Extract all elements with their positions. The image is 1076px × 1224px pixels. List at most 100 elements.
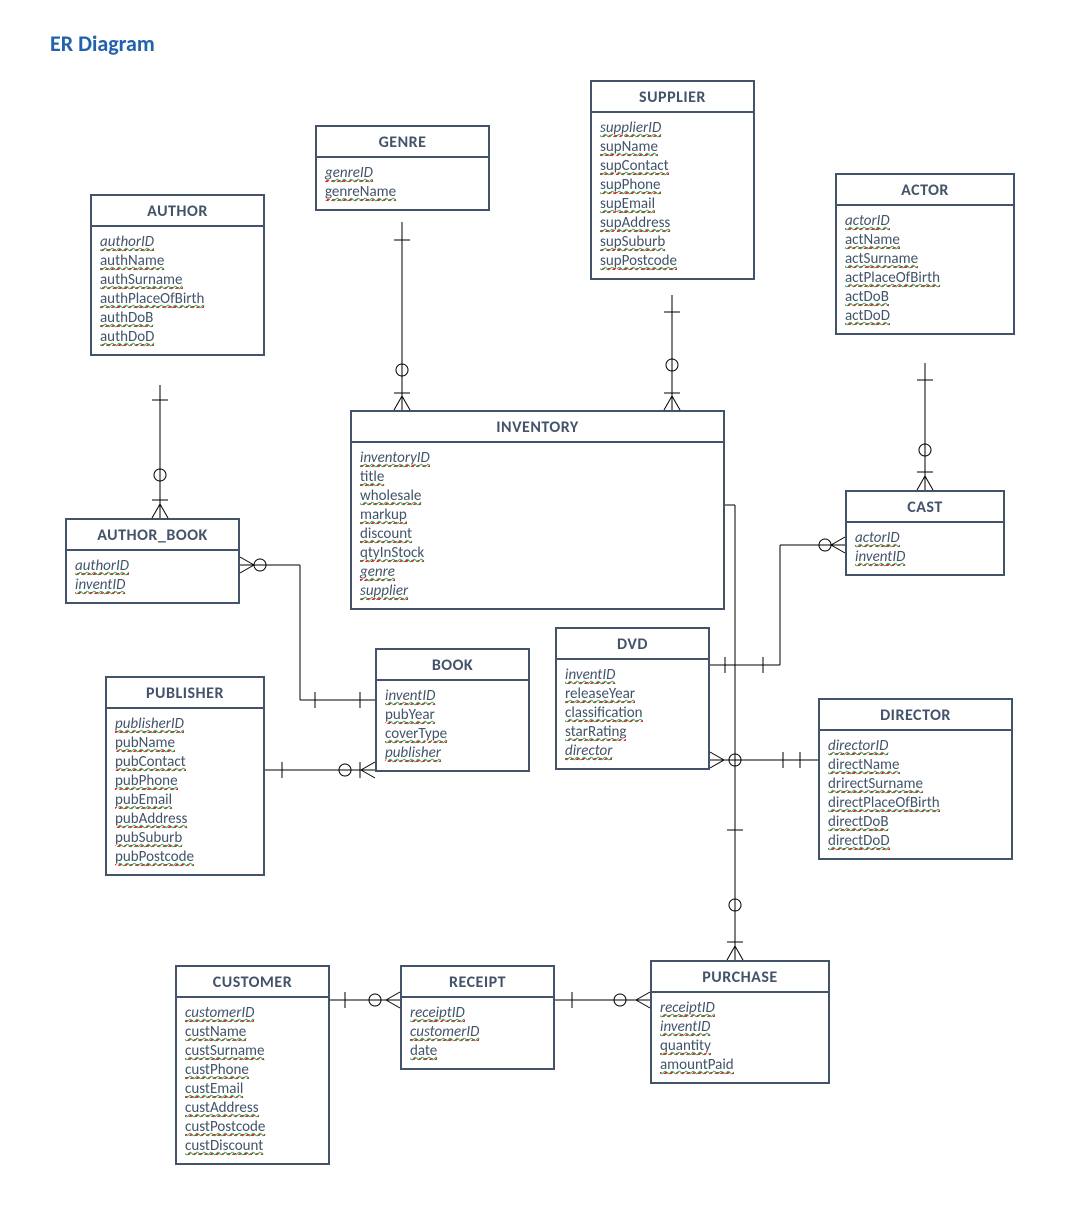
entity-director: DIRECTOR directorIDdirectNamedrirectSurna… [818,698,1013,860]
attribute: supContact [600,157,669,175]
attribute: supEmail [600,195,655,213]
attribute: directDoD [828,832,890,850]
entity-header: DVD [557,629,708,660]
attribute: actName [845,231,900,249]
entity-purchase: PURCHASE receiptIDinventIDquantityamountP… [650,960,830,1084]
attribute: directPlaceOfBirth [828,794,940,812]
entity-cast: CAST actorIDinventID [845,490,1005,576]
attribute: customerID [185,1004,254,1022]
attribute: pubContact [115,753,186,771]
attribute: pubName [115,734,175,752]
entity-inventory: INVENTORY inventoryIDtitlewholesalemarkup… [350,410,725,610]
entity-header: GENRE [317,127,488,158]
attribute: genreName [325,183,396,201]
entity-supplier: SUPPLIER supplierIDsupNamesupContactsupPh… [590,80,755,280]
entity-header: RECEIPT [402,967,553,998]
attribute: directorID [828,737,888,755]
attribute: amountPaid [660,1056,734,1074]
attribute: supName [600,138,658,156]
attribute: authSurname [100,271,183,289]
attribute: drirectSurname [828,775,923,793]
attribute: quantity [660,1037,711,1055]
attribute: authDoB [100,309,153,327]
attribute: supplier [360,582,408,600]
attribute: genre [360,563,395,581]
attribute: inventID [75,576,125,594]
attribute: supSuburb [600,233,665,251]
attribute: releaseYear [565,685,635,703]
attribute: authPlaceOfBirth [100,290,204,308]
attribute: supPostcode [600,252,677,270]
attribute: customerID [410,1023,479,1041]
entity-header: PUBLISHER [107,678,263,709]
attribute: custPostcode [185,1118,265,1136]
attribute: wholesale [360,487,421,505]
attribute: supAddress [600,214,670,232]
attribute: publisher [385,744,441,762]
entity-header: AUTHOR [92,196,263,227]
attribute: actorID [845,212,890,230]
entity-header: SUPPLIER [592,82,753,113]
attribute: custPhone [185,1061,249,1079]
attribute: directName [828,756,900,774]
attribute: authName [100,252,164,270]
attribute: actorID [855,529,900,547]
attribute: custName [185,1023,246,1041]
entity-header: CAST [847,492,1003,523]
attribute: qtyInStock [360,544,424,562]
attribute: supplierID [600,119,661,137]
entity-publisher: PUBLISHERpublisherIDpubNamepubContactpub… [105,676,265,876]
attribute: custAddress [185,1099,259,1117]
entity-author: AUTHOR authorIDauthNameauthSurnameauthPla… [90,194,265,356]
attribute: publisherID [115,715,184,733]
attribute: classification [565,704,643,722]
attribute: inventoryID [360,449,430,467]
entity-book: BOOK inventIDpubYearcoverTypepublisher [375,648,530,772]
attribute: authorID [75,557,129,575]
attribute: pubEmail [115,791,172,809]
attribute: coverType [385,725,447,743]
attribute: pubYear [385,706,435,724]
attribute: pubAddress [115,810,187,828]
attribute: inventID [565,666,615,684]
attribute: genreID [325,164,373,182]
attribute: authorID [100,233,154,251]
attribute: receiptID [660,999,715,1017]
attribute: title [360,468,384,486]
attribute: custDiscount [185,1137,263,1155]
attribute: actSurname [845,250,918,268]
entity-genre: GENRE genreIDgenreName [315,125,490,211]
entity-actor: ACTOR actorIDactNameactSurnameactPlaceOfB… [835,173,1015,335]
attribute: custSurname [185,1042,264,1060]
attribute: starRating [565,723,626,741]
attribute: directDoB [828,813,888,831]
attribute: discount [360,525,412,543]
page-title: ER Diagram [50,30,155,57]
entity-header: AUTHOR_BOOK [67,520,238,551]
attribute: markup [360,506,407,524]
attribute: actDoD [845,307,890,325]
entity-header: CUSTOMER [177,967,328,998]
attribute: inventID [855,548,905,566]
entity-header: INVENTORY [352,412,723,443]
attribute: receiptID [410,1004,465,1022]
attribute: custEmail [185,1080,243,1098]
attribute: director [565,742,612,760]
entity-dvd: DVD inventIDreleaseYearclassificationstar… [555,627,710,770]
attribute: pubPostcode [115,848,194,866]
entity-header: BOOK [377,650,528,681]
entity-header: PURCHASE [652,962,828,993]
entity-customer: CUSTOMERcustomerIDcustNamecustSurnamecus… [175,965,330,1165]
attribute: inventID [660,1018,710,1036]
attribute: supPhone [600,176,661,194]
entity-receipt: RECEIPT receiptIDcustomerIDdate [400,965,555,1070]
entity-header: DIRECTOR [820,700,1011,731]
attribute: date [410,1042,437,1060]
attribute: pubPhone [115,772,178,790]
attribute: pubSuburb [115,829,182,847]
attribute: actDoB [845,288,889,306]
entity-header: ACTOR [837,175,1013,206]
entity-author-book: AUTHOR_BOOK authorIDinventID [65,518,240,604]
attribute: inventID [385,687,435,705]
attribute: actPlaceOfBirth [845,269,940,287]
